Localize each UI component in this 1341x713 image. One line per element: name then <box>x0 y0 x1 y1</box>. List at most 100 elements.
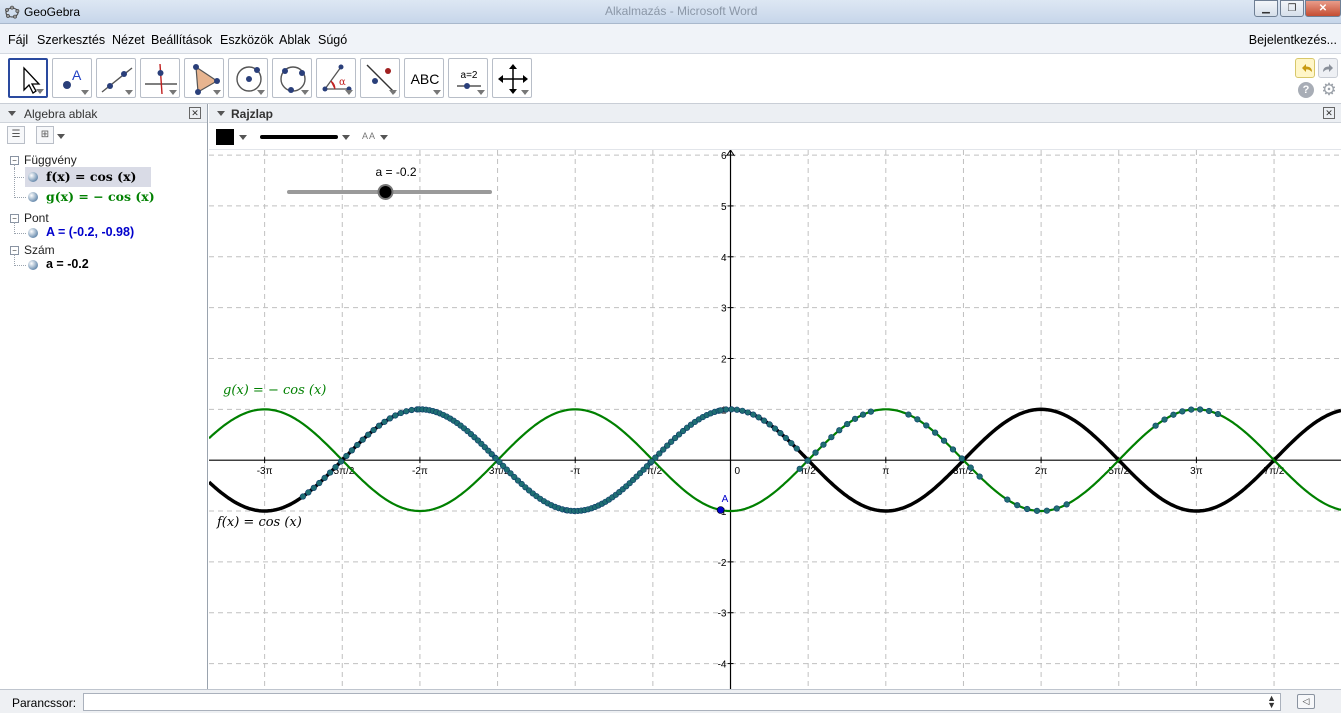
sort-mode-button[interactable]: ⊞ <box>36 126 54 144</box>
undo-button[interactable] <box>1295 58 1315 78</box>
trace-point <box>1014 502 1021 509</box>
slider-a[interactable]: a = -0.2 <box>287 165 492 200</box>
trace-point <box>1197 406 1204 413</box>
trace-point <box>804 457 811 464</box>
tool-line[interactable] <box>96 58 136 98</box>
tool-point[interactable]: A <box>52 58 92 98</box>
algebra-style-bar: ☰ ⊞ <box>0 124 207 148</box>
trace-point <box>348 447 355 454</box>
visibility-toggle-icon[interactable] <box>28 260 38 270</box>
collapse-arrow-icon[interactable] <box>217 111 225 116</box>
trace-point <box>851 415 859 422</box>
tool-circle-center[interactable] <box>228 58 268 98</box>
tool-perpendicular[interactable] <box>140 58 180 98</box>
help-icon[interactable]: ? <box>1298 82 1314 98</box>
collapse-arrow-icon[interactable] <box>8 111 16 116</box>
trace-point <box>859 411 867 418</box>
trace-point <box>332 463 339 471</box>
algebra-item-f[interactable]: f(x) = cos (x) <box>25 167 151 187</box>
algebra-panel: Algebra ablak ✕ ☰ ⊞ − Függvény f(x) = cos… <box>0 104 208 689</box>
trace-point <box>793 445 800 452</box>
graphics-canvas[interactable]: -3π -5π/2 -2π -3π/2 -π -π/2 π/2 π 3π/2 2π 5π/2 3π 7π… <box>209 150 1341 689</box>
group-point-label: Pont <box>24 211 49 225</box>
login-link[interactable]: Bejelentkezés... <box>1249 33 1337 47</box>
trace-point <box>796 465 803 472</box>
trace-point <box>408 406 415 414</box>
tool-angle[interactable]: α <box>316 58 356 98</box>
trace-point <box>1152 422 1159 429</box>
trace-point <box>403 408 410 415</box>
auxiliary-objects-toggle[interactable]: ☰ <box>7 126 25 144</box>
input-help-button[interactable]: ◁ <box>1297 694 1315 709</box>
visibility-toggle-icon[interactable] <box>28 228 38 238</box>
color-picker-button[interactable] <box>216 129 234 145</box>
visibility-toggle-icon[interactable] <box>28 192 38 202</box>
slider-tool-label: a=2 <box>461 70 478 81</box>
x-tick-label: -π <box>570 466 580 477</box>
trace-point <box>940 437 948 444</box>
slider-handle[interactable] <box>377 184 394 200</box>
history-spinner-icon[interactable]: ▲ ▼ <box>1267 694 1276 710</box>
minimize-icon: ▁ <box>1262 3 1270 14</box>
tool-text[interactable]: ABC <box>404 58 444 98</box>
group-function[interactable]: − Függvény <box>10 153 77 167</box>
g-curve-label[interactable]: g(x) = − cos (x) <box>223 383 326 398</box>
close-graphics-view-button[interactable]: ✕ <box>1323 107 1335 119</box>
algebra-item-f-text: f(x) = cos (x) <box>46 169 137 184</box>
trace-point <box>976 473 983 480</box>
x-tick-label: π <box>882 466 889 477</box>
command-input[interactable]: ▲ ▼ <box>83 693 1281 711</box>
trace-point <box>310 484 317 491</box>
menu-window[interactable]: Ablak <box>279 33 310 47</box>
trace-point <box>828 434 835 441</box>
gear-icon[interactable]: ⚙ <box>1320 81 1338 99</box>
menu-view[interactable]: Nézet <box>112 33 145 47</box>
line-style-dropdown-icon[interactable] <box>342 135 350 140</box>
tool-move-view[interactable] <box>492 58 532 98</box>
trace-point <box>771 425 779 432</box>
point-A[interactable] <box>716 506 725 514</box>
close-algebra-panel-button[interactable]: ✕ <box>189 107 201 119</box>
color-dropdown-icon[interactable] <box>239 135 247 140</box>
group-number[interactable]: − Szám <box>10 243 55 257</box>
input-bar: Parancssor: ▲ ▼ ◁ <box>0 689 1341 713</box>
tool-slider[interactable]: a=2 <box>448 58 488 98</box>
y-tick-label: -2 <box>718 558 727 569</box>
menu-bar: Fájl Szerkesztés Nézet Beállítások Eszkö… <box>0 24 1341 54</box>
minimize-button[interactable]: ▁ <box>1254 0 1278 17</box>
sort-dropdown-icon[interactable] <box>57 134 65 139</box>
y-tick-label: 3 <box>721 304 727 315</box>
menu-tools[interactable]: Eszközök <box>220 33 274 47</box>
line-style-button[interactable] <box>260 135 338 139</box>
trace-point <box>316 479 323 487</box>
tool-move[interactable] <box>8 58 48 98</box>
trace-point <box>788 440 795 447</box>
menu-edit[interactable]: Szerkesztés <box>37 33 105 47</box>
trace-point <box>739 407 746 414</box>
menu-help[interactable]: Súgó <box>318 33 347 47</box>
text-size-dropdown-icon[interactable] <box>380 135 388 140</box>
close-window-button[interactable]: ✕ <box>1305 0 1341 17</box>
trace-point <box>761 417 768 424</box>
algebra-item-A-text: A = (-0.2, -0.98) <box>46 225 135 239</box>
x-tick-label: -3π <box>257 466 273 477</box>
group-point[interactable]: − Pont <box>10 211 49 225</box>
x-tick-label: 3π <box>1190 466 1203 477</box>
graphics-view-title: Rajzlap <box>231 107 274 121</box>
redo-button[interactable] <box>1318 58 1338 78</box>
text-size-icon[interactable]: AA <box>362 131 376 141</box>
algebra-item-a-text: a = -0.2 <box>46 257 89 271</box>
menu-settings[interactable]: Beállítások <box>151 33 212 47</box>
curve-labels: g(x) = − cos (x) f(x) = cos (x) A <box>216 383 729 530</box>
menu-file[interactable]: Fájl <box>8 33 28 47</box>
visibility-toggle-icon[interactable] <box>28 172 38 182</box>
trace-point <box>299 493 307 500</box>
tool-reflect[interactable] <box>360 58 400 98</box>
y-tick-label: 4 <box>721 253 727 264</box>
input-bar-label: Parancssor: <box>12 696 77 710</box>
tool-polygon[interactable] <box>184 58 224 98</box>
trace-point <box>844 420 851 428</box>
f-curve-label[interactable]: f(x) = cos (x) <box>216 515 302 530</box>
tool-circle-three-points[interactable] <box>272 58 312 98</box>
maximize-button[interactable]: ❐ <box>1280 0 1304 17</box>
